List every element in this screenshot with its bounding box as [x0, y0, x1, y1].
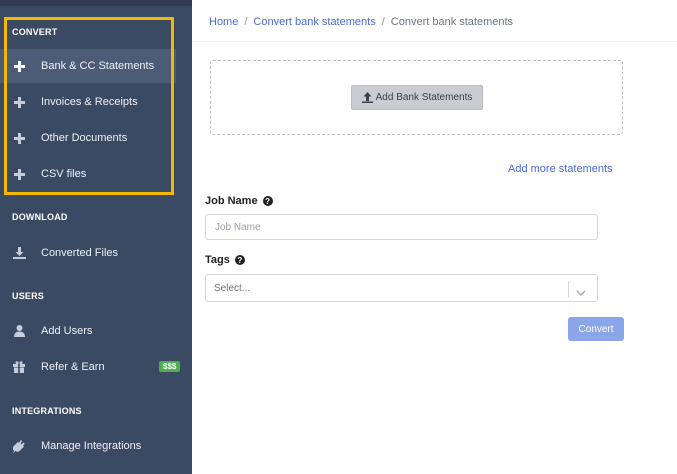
- sidebar-item-label: Refer & Earn: [41, 361, 105, 373]
- breadcrumb: Home / Convert bank statements / Convert ban…: [209, 16, 513, 28]
- refer-badge: $$$: [159, 361, 181, 372]
- breadcrumb-current: Convert bank statements: [390, 16, 514, 28]
- tags-label: Tags ?: [205, 254, 245, 266]
- tags-select-placeholder: Select...: [214, 283, 251, 294]
- sidebar-item-label: Other Documents: [41, 132, 128, 144]
- job-name-label: Job Name ?: [205, 195, 273, 207]
- chevron-down-icon[interactable]: [576, 284, 586, 302]
- sidebar-item-label: CSV files: [41, 168, 87, 180]
- sidebar-item-label: Converted Files: [41, 247, 119, 259]
- plus-icon: [12, 132, 26, 144]
- section-title-download: DOWNLOAD: [12, 212, 68, 222]
- download-icon: [12, 247, 26, 259]
- sidebar-item-refer-earn[interactable]: Refer & Earn: [0, 350, 176, 384]
- tags-label-text: Tags: [205, 254, 230, 266]
- help-icon[interactable]: ?: [262, 196, 273, 206]
- select-divider: [568, 281, 569, 297]
- upload-icon: [361, 92, 373, 103]
- user-icon: [12, 325, 26, 337]
- sidebar-item-label: Add Users: [41, 325, 93, 337]
- breadcrumb-separator: /: [244, 16, 248, 28]
- plus-icon: [12, 60, 26, 72]
- sidebar-item-bank-cc-statements[interactable]: Bank & CC Statements: [0, 49, 176, 83]
- section-title-convert: CONVERT: [12, 27, 58, 37]
- plus-icon: [12, 96, 26, 108]
- breadcrumb-parent-link[interactable]: Convert bank statements: [253, 16, 375, 28]
- tags-select[interactable]: Select...: [205, 274, 598, 302]
- sidebar-item-converted-files[interactable]: Converted Files: [0, 236, 176, 270]
- job-name-label-text: Job Name: [205, 195, 258, 207]
- sidebar-item-invoices-receipts[interactable]: Invoices & Receipts: [0, 85, 176, 119]
- header-divider: [192, 41, 677, 42]
- sidebar-item-other-documents[interactable]: Other Documents: [0, 121, 176, 155]
- section-title-integrations: INTEGRATIONS: [12, 406, 82, 416]
- sidebar-item-label: Manage Integrations: [41, 440, 142, 452]
- sidebar-item-manage-integrations[interactable]: Manage Integrations: [0, 429, 176, 463]
- sidebar-item-add-users[interactable]: Add Users: [0, 314, 176, 348]
- sidebar-item-label: Bank & CC Statements: [41, 60, 155, 72]
- add-bank-statements-button[interactable]: Add Bank Statements: [351, 85, 483, 110]
- plug-icon: [12, 439, 26, 453]
- sidebar-item-csv-files[interactable]: CSV files: [0, 157, 176, 191]
- job-name-input[interactable]: [205, 214, 598, 240]
- add-more-statements-link[interactable]: Add more statements: [508, 163, 613, 175]
- breadcrumb-home-link[interactable]: Home: [209, 16, 238, 28]
- sidebar-top-strip: [0, 0, 192, 6]
- convert-button[interactable]: Convert: [568, 317, 624, 341]
- plus-icon: [12, 168, 26, 180]
- breadcrumb-separator: /: [381, 16, 385, 28]
- help-icon[interactable]: ?: [234, 255, 245, 265]
- gift-icon: [12, 361, 26, 373]
- sidebar: CONVERT Bank & CC Statements Invoices & …: [0, 0, 192, 474]
- section-title-users: USERS: [12, 291, 45, 301]
- sidebar-item-label: Invoices & Receipts: [41, 96, 138, 108]
- add-bank-statements-label: Add Bank Statements: [375, 92, 473, 103]
